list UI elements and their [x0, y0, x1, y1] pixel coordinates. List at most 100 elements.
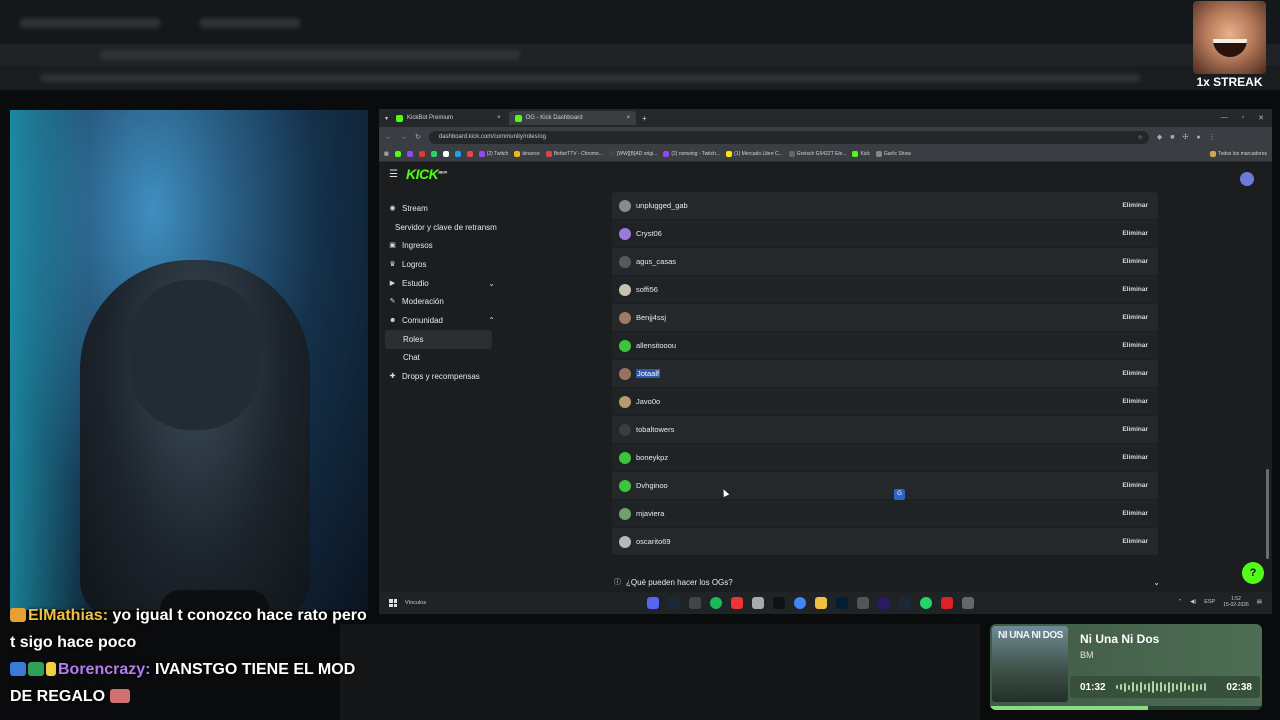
member-username[interactable]: allensitooou — [636, 341, 676, 350]
member-username[interactable]: Jotaalf — [636, 369, 661, 378]
bookmark-kick[interactable]: Kick — [852, 151, 870, 157]
windows-icon[interactable] — [389, 599, 397, 607]
app-icon[interactable] — [731, 597, 743, 609]
bookmark-ww[interactable]: [WW][B]AD origi... — [609, 151, 657, 157]
minimize-icon[interactable]: — — [1221, 114, 1228, 122]
remove-button[interactable]: Eliminar — [1122, 538, 1148, 545]
sidebar-item-stream[interactable]: ◉ Stream — [379, 199, 499, 218]
bookmark-icon[interactable] — [406, 151, 413, 157]
spotify-icon[interactable] — [710, 597, 722, 609]
apps-icon[interactable]: ▦ — [384, 151, 389, 157]
bookmark-betterttv[interactable]: BetterTTV - Chrome... — [545, 151, 603, 157]
photoshop-icon[interactable] — [836, 597, 848, 609]
sidebar-item-comunidad[interactable]: ☻ Comunidad ⌃ — [379, 311, 499, 330]
member-username[interactable]: mjaviera — [636, 509, 664, 518]
new-tab-button[interactable]: + — [642, 114, 647, 123]
clock[interactable]: 1:52 15-02-2026 — [1223, 596, 1249, 608]
maximize-icon[interactable]: ▫ — [1242, 114, 1244, 122]
close-icon[interactable]: × — [627, 115, 631, 121]
profile-icon[interactable]: ● — [1196, 134, 1200, 141]
scrollbar[interactable] — [1266, 469, 1269, 559]
whatsapp-icon[interactable] — [920, 597, 932, 609]
remove-button[interactable]: Eliminar — [1122, 230, 1148, 237]
notifications-icon[interactable]: ▤ — [1257, 599, 1262, 605]
bookmark-icon[interactable] — [418, 151, 425, 157]
member-username[interactable]: Javo0o — [636, 397, 660, 406]
remove-button[interactable]: Eliminar — [1122, 314, 1148, 321]
reload-icon[interactable]: ↻ — [415, 133, 421, 141]
remove-button[interactable]: Eliminar — [1122, 454, 1148, 461]
hamburger-icon[interactable]: ☰ — [389, 169, 398, 180]
bookmark-icon[interactable] — [466, 151, 473, 157]
all-bookmarks[interactable]: Todos los marcadores — [1210, 151, 1267, 157]
obs-icon[interactable] — [689, 597, 701, 609]
taskbar-search[interactable]: Vínculos — [405, 600, 426, 606]
remove-button[interactable]: Eliminar — [1122, 258, 1148, 265]
chrome-active-icon[interactable] — [962, 597, 974, 609]
bookmark-gretsch[interactable]: Gretsch G5422T Ele... — [788, 151, 846, 157]
url-field[interactable]: dashboard.kick.com/community/roles/og ☆ — [428, 130, 1149, 144]
sidebar-item-moderacion[interactable]: ✎ Moderación — [379, 292, 499, 311]
tab-kickbot[interactable]: KickBot Premium × — [390, 111, 507, 125]
tab-list-icon[interactable]: ▾ — [385, 115, 388, 122]
member-username[interactable]: boneykpz — [636, 453, 668, 462]
member-username[interactable]: Benjj4ssj — [636, 313, 666, 322]
puzzle-icon[interactable]: ✣ — [1183, 133, 1189, 141]
bookmark-icon[interactable] — [430, 151, 437, 157]
remove-button[interactable]: Eliminar — [1122, 426, 1148, 433]
remove-button[interactable]: Eliminar — [1122, 370, 1148, 377]
bookmark-nonwing[interactable]: (2) nonwing - Twitch... — [663, 151, 720, 157]
chrome-icon[interactable] — [794, 597, 806, 609]
member-username[interactable]: soffi56 — [636, 285, 658, 294]
member-username[interactable]: tobaltowers — [636, 425, 674, 434]
forward-icon[interactable]: → — [400, 134, 407, 141]
bookmark-twitch[interactable]: (2) Twitch — [478, 151, 508, 157]
sidebar-item-estudio[interactable]: ▶ Estudio ⌄ — [379, 274, 499, 293]
member-username[interactable]: oscarito69 — [636, 537, 671, 546]
volume-icon[interactable]: ◀) — [1190, 599, 1196, 605]
close-icon[interactable]: × — [497, 115, 501, 121]
sidebar-item-chat[interactable]: Chat — [379, 349, 499, 368]
close-window-icon[interactable]: ✕ — [1258, 114, 1264, 122]
app-icon[interactable] — [941, 597, 953, 609]
bookmark-binance[interactable]: binance — [514, 151, 540, 157]
member-username[interactable]: unplugged_gab — [636, 201, 688, 210]
star-icon[interactable]: ☆ — [1137, 134, 1142, 141]
remove-button[interactable]: Eliminar — [1122, 202, 1148, 209]
steam-icon[interactable] — [899, 597, 911, 609]
language-indicator[interactable]: ESP — [1204, 599, 1215, 605]
back-icon[interactable]: ← — [385, 134, 392, 141]
sidebar-item-server[interactable]: Servidor y clave de retransm — [379, 218, 499, 237]
remove-button[interactable]: Eliminar — [1122, 482, 1148, 489]
sidebar-item-drops[interactable]: ✚ Drops y recompensas — [379, 367, 499, 386]
folder-icon[interactable] — [815, 597, 827, 609]
tray-chevron-icon[interactable]: ⌃ — [1178, 599, 1183, 605]
sidebar-item-logros[interactable]: ♛ Logros — [379, 255, 499, 274]
app-icon[interactable] — [773, 597, 785, 609]
bookmark-mercadolibre[interactable]: (1) Mercado Libre C... — [726, 151, 783, 157]
extension-icon[interactable]: ■ — [1170, 134, 1174, 141]
translate-icon[interactable]: G — [894, 489, 905, 500]
bookmark-icon[interactable] — [454, 151, 461, 157]
member-username[interactable]: Cryst06 — [636, 229, 662, 238]
user-avatar[interactable] — [1240, 172, 1254, 186]
support-button[interactable]: ? — [1242, 562, 1264, 584]
faq-accordion[interactable]: ⓘ ¿Qué pueden hacer los OGs? ⌄ — [606, 572, 1166, 592]
steam-icon[interactable] — [668, 597, 680, 609]
remove-button[interactable]: Eliminar — [1122, 286, 1148, 293]
app-icon[interactable] — [752, 597, 764, 609]
discord-icon[interactable] — [647, 597, 659, 609]
remove-button[interactable]: Eliminar — [1122, 398, 1148, 405]
sidebar-item-roles[interactable]: Roles — [385, 329, 492, 349]
member-username[interactable]: agus_casas — [636, 257, 676, 266]
premiere-icon[interactable] — [878, 597, 890, 609]
bookmark-garlic[interactable]: Garlic Show — [875, 151, 911, 157]
remove-button[interactable]: Eliminar — [1122, 510, 1148, 517]
sidebar-item-ingresos[interactable]: ▣ Ingresos — [379, 236, 499, 255]
menu-icon[interactable]: ⋮ — [1209, 133, 1216, 141]
calculator-icon[interactable] — [857, 597, 869, 609]
extension-icon[interactable]: ◆ — [1157, 133, 1162, 141]
bookmark-icon[interactable] — [442, 151, 449, 157]
tab-kick-dashboard[interactable]: OG - Kick Dashboard × — [508, 111, 637, 125]
kick-logo[interactable]: KICKBETA — [406, 166, 447, 182]
